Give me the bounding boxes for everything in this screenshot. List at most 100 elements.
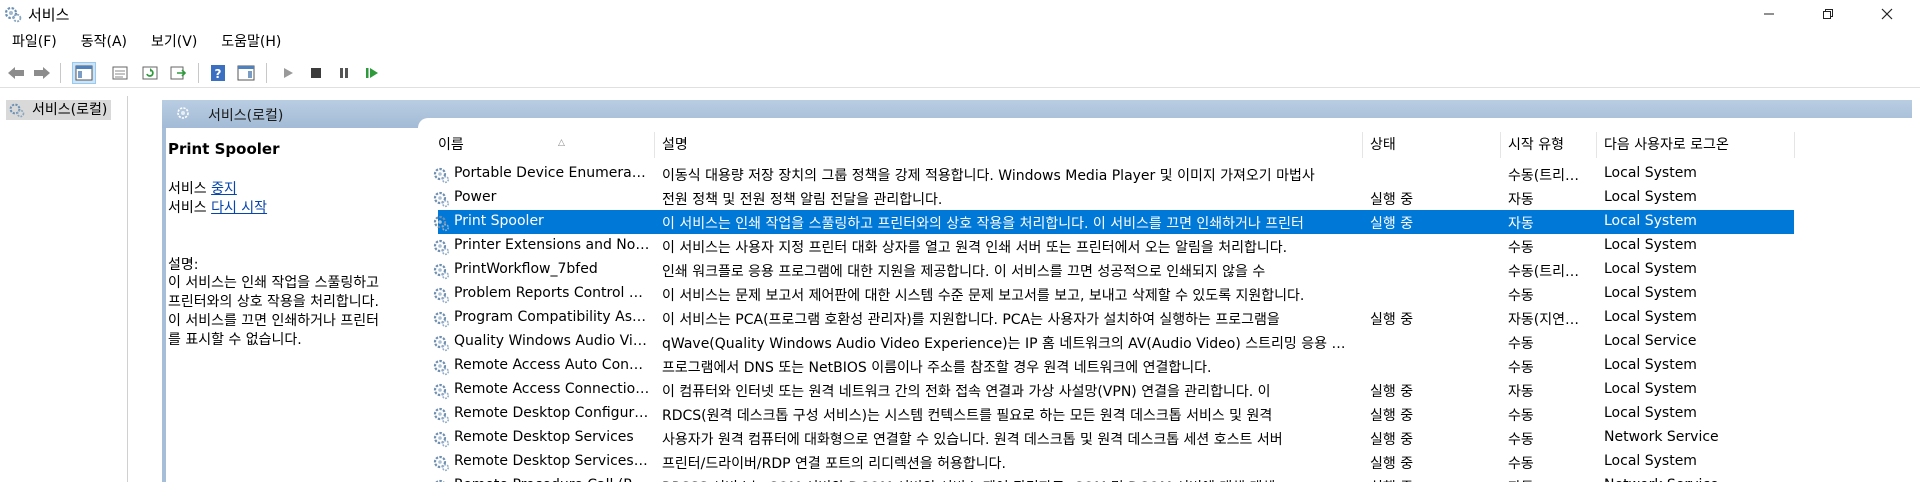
properties-view-button[interactable] [108,62,132,84]
table-row[interactable]: Remote Access Connection Manager 이 컴퓨터와 인… [418,378,1920,402]
cell-description: 이동식 대용량 저장 장치의 그룹 정책을 강제 적용합니다. Windows … [662,168,1315,184]
cell-name: Remote Desktop Services [454,429,634,445]
cell-startup-type: 자동(지연된 시작) [1508,312,1588,328]
sort-up-icon: △ [558,138,565,148]
help-button[interactable]: ? [206,62,230,84]
restart-service-link[interactable]: 다시 시작 [211,200,267,216]
table-row[interactable]: Print Spooler 이 서비스는 인쇄 작업을 스풀링하고 프린터와의 상… [418,210,1920,234]
service-gear-icon [433,215,450,232]
column-header-description[interactable]: 설명 [662,134,688,158]
cell-name: Program Compatibility Assistant Service [454,309,650,325]
cell-description: 사용자가 원격 컴퓨터에 대화형으로 연결할 수 있습니다. 원격 데스크톱 및… [662,432,1283,448]
cell-name: Remote Access Auto Connection Manager [454,357,650,373]
cell-log-on-as: Network Service [1604,429,1719,445]
gears-icon [9,103,25,118]
show-hide-tree-button[interactable] [72,62,96,84]
table-row[interactable]: Remote Access Auto Connection Manager 프로그… [418,354,1920,378]
cell-description: 이 서비스는 사용자 지정 프린터 대화 상자를 열고 원격 인쇄 서버 또는 … [662,240,1288,256]
table-row[interactable]: Power 전원 정책 및 전원 정책 알림 전달을 관리합니다. 실행 중 자동 Lo… [418,186,1920,210]
column-divider[interactable] [1596,132,1597,158]
table-row[interactable]: Remote Desktop Services 사용자가 원격 컴퓨터에 대화형으… [418,426,1920,450]
column-header-name[interactable]: 이름 △ [438,134,565,158]
forward-button[interactable] [30,62,54,84]
column-header-startup-type[interactable]: 시작 유형 [1508,134,1564,158]
menu-help[interactable]: 도움말(H) [209,30,293,54]
cell-startup-type: 수동 [1508,456,1534,472]
menu-action[interactable]: 동작(A) [69,30,139,54]
cell-startup-type: 수동 [1508,360,1534,376]
service-description: 이 서비스는 인쇄 작업을 스풀링하고 프린터와의 상호 작용을 처리합니다. … [168,274,418,350]
cell-startup-type: 수동(트리거 시작) [1508,264,1588,280]
table-row[interactable]: Remote Desktop Services UserMode Port Re… [418,450,1920,474]
service-gear-icon [433,455,450,472]
toolbar-separator [266,63,267,83]
service-gear-icon [433,311,450,328]
toolbar-separator [198,63,199,83]
column-header-log-on-as[interactable]: 다음 사용자로 로그온 [1604,134,1729,158]
cell-log-on-as: Local System [1604,405,1697,421]
cell-description: 이 컴퓨터와 인터넷 또는 원격 네트워크 간의 전화 접속 연결과 가상 사설… [662,384,1271,400]
restart-service-button[interactable] [360,62,384,84]
stop-service-link[interactable]: 중지 [211,181,237,197]
forward-arrow-icon [34,67,50,79]
minimize-button[interactable] [1740,0,1798,28]
cell-startup-type: 수동 [1508,408,1534,424]
cell-description: 전원 정책 및 전원 정책 알림 전달을 관리합니다. [662,192,943,208]
cell-startup-type: 자동 [1508,384,1534,400]
cell-name: Remote Access Connection Manager [454,381,650,397]
action-prefix: 서비스 [168,200,207,216]
export-list-button[interactable] [166,62,190,84]
menu-view[interactable]: 보기(V) [139,30,209,54]
action-prefix: 서비스 [168,181,207,197]
back-button[interactable] [4,62,28,84]
service-gear-icon [433,239,450,256]
table-row[interactable]: Program Compatibility Assistant Service 이… [418,306,1920,330]
table-row[interactable]: Problem Reports Control Panel Support 이 서… [418,282,1920,306]
cell-log-on-as: Local System [1604,165,1697,181]
service-gear-icon [433,359,450,376]
column-divider[interactable] [1794,132,1795,158]
restore-button[interactable] [1799,0,1857,28]
cell-startup-type: 자동 [1508,477,1588,482]
cell-startup-type: 자동 [1508,192,1534,208]
column-divider[interactable] [1362,132,1363,158]
services-table: 이름 △ 설명 상태 시작 유형 다음 사용자로 로그온 Portable De… [418,118,1920,482]
table-row[interactable]: Portable Device Enumerator Service 이동식 대용… [418,162,1920,186]
table-row[interactable]: PrintWorkflow_7bfed 인쇄 워크플로 응용 프로그램에 대한 지… [418,258,1920,282]
cell-status: 실행 중 [1370,216,1414,232]
cell-log-on-as: Local System [1604,189,1697,205]
cell-name: Quality Windows Audio Video Experience [454,333,650,349]
column-header-status[interactable]: 상태 [1370,134,1396,158]
cell-startup-type: 수동 [1508,432,1534,448]
column-divider[interactable] [1500,132,1501,158]
cell-name: Remote Procedure Call (RPC) [454,477,650,482]
table-row[interactable]: Printer Extensions and Notifications 이 서비… [418,234,1920,258]
cell-name: Problem Reports Control Panel Support [454,285,650,301]
cell-log-on-as: Local System [1604,381,1697,397]
menu-file[interactable]: 파일(F) [0,30,69,54]
table-row[interactable]: Remote Desktop Configuration RDCS(원격 데스크톱… [418,402,1920,426]
action-pane-button[interactable] [234,62,258,84]
column-divider[interactable] [654,132,655,158]
table-row[interactable]: Remote Procedure Call (RPC) RPCSS 서비스는 CO… [418,474,1920,482]
table-row[interactable]: Quality Windows Audio Video Experience qW… [418,330,1920,354]
help-icon: ? [211,65,225,81]
stop-service-button[interactable] [304,62,328,84]
cell-log-on-as: Local System [1604,309,1697,325]
service-gear-icon [433,335,450,352]
close-button[interactable] [1858,0,1916,28]
pause-icon [340,68,348,78]
toolbar-separator [60,63,61,83]
list-view-icon [112,66,128,80]
cell-description: 이 서비스는 문제 보고서 제어판에 대한 시스템 수준 문제 보고서를 보고,… [662,288,1305,304]
start-service-button[interactable] [276,62,300,84]
cell-name: Portable Device Enumerator Service [454,165,650,181]
refresh-button[interactable] [138,62,162,84]
cell-name: Remote Desktop Services UserMode Port Re… [454,453,650,469]
service-gear-icon [435,479,445,482]
pause-service-button[interactable] [332,62,356,84]
service-gear-icon [433,263,450,280]
tree-item-services-local[interactable]: 서비스(로컬) [6,100,112,120]
stop-icon [311,68,321,78]
cell-log-on-as: Local System [1604,453,1697,469]
